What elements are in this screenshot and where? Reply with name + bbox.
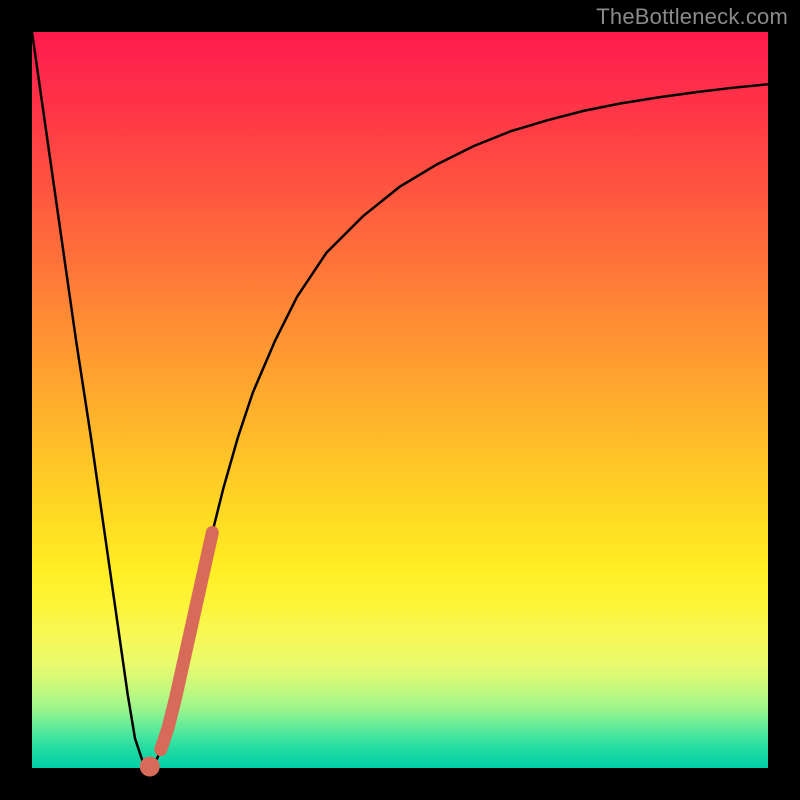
bottleneck-curve [32,32,768,767]
outer-frame: TheBottleneck.com [0,0,800,800]
watermark-text: TheBottleneck.com [596,4,788,30]
chart-svg [32,32,768,768]
min-marker-dot [140,757,160,777]
highlight-segment [161,532,213,749]
chart-plot-area [32,32,768,768]
